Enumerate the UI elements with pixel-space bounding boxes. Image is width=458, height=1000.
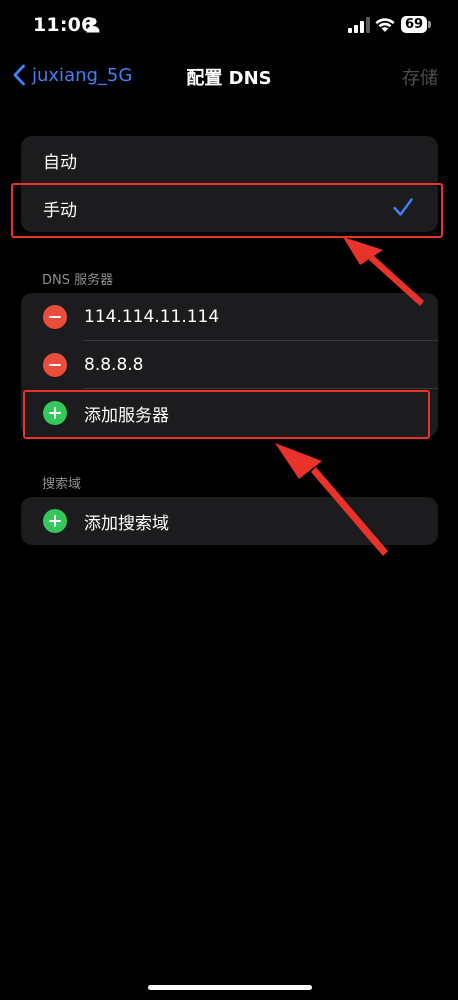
minus-glyph — [49, 315, 61, 319]
nav-bar: juxiang_5G 配置 DNS 存储 — [0, 52, 458, 96]
dns-server-value[interactable]: 8.8.8.8 — [84, 355, 143, 375]
add-search-domain-label: 添加搜索域 — [84, 513, 169, 534]
cellular-signal-icon — [348, 17, 370, 33]
remove-server-icon[interactable] — [43, 353, 67, 377]
battery-icon: 69 — [401, 16, 433, 34]
search-domains-group: 添加搜索域 — [21, 497, 438, 545]
add-search-domain-row[interactable]: 添加搜索域 — [21, 497, 438, 545]
battery-level: 69 — [401, 16, 427, 33]
page-title: 配置 DNS — [186, 68, 272, 89]
person-icon — [86, 17, 100, 33]
mode-option-label: 自动 — [43, 152, 77, 173]
wifi-icon — [375, 18, 395, 32]
add-search-domain-icon[interactable] — [43, 509, 67, 533]
annotation-box-manual — [11, 183, 443, 238]
dns-servers-header: DNS 服务器 — [42, 273, 114, 288]
annotation-box-add-server — [23, 390, 430, 439]
remove-server-icon[interactable] — [43, 305, 67, 329]
plus-glyph-v — [53, 515, 57, 527]
mode-option-automatic[interactable]: 自动 — [21, 136, 438, 184]
save-button[interactable]: 存储 — [402, 64, 438, 90]
status-bar: 11:06 69 — [0, 0, 458, 50]
dns-server-value[interactable]: 114.114.11.114 — [84, 307, 219, 327]
minus-glyph — [49, 363, 61, 367]
battery-nub — [428, 21, 431, 28]
dns-server-row: 114.114.11.114 — [21, 293, 438, 341]
home-indicator[interactable] — [148, 985, 312, 990]
dns-server-row: 8.8.8.8 — [21, 341, 438, 389]
search-domains-header: 搜索域 — [42, 477, 82, 492]
